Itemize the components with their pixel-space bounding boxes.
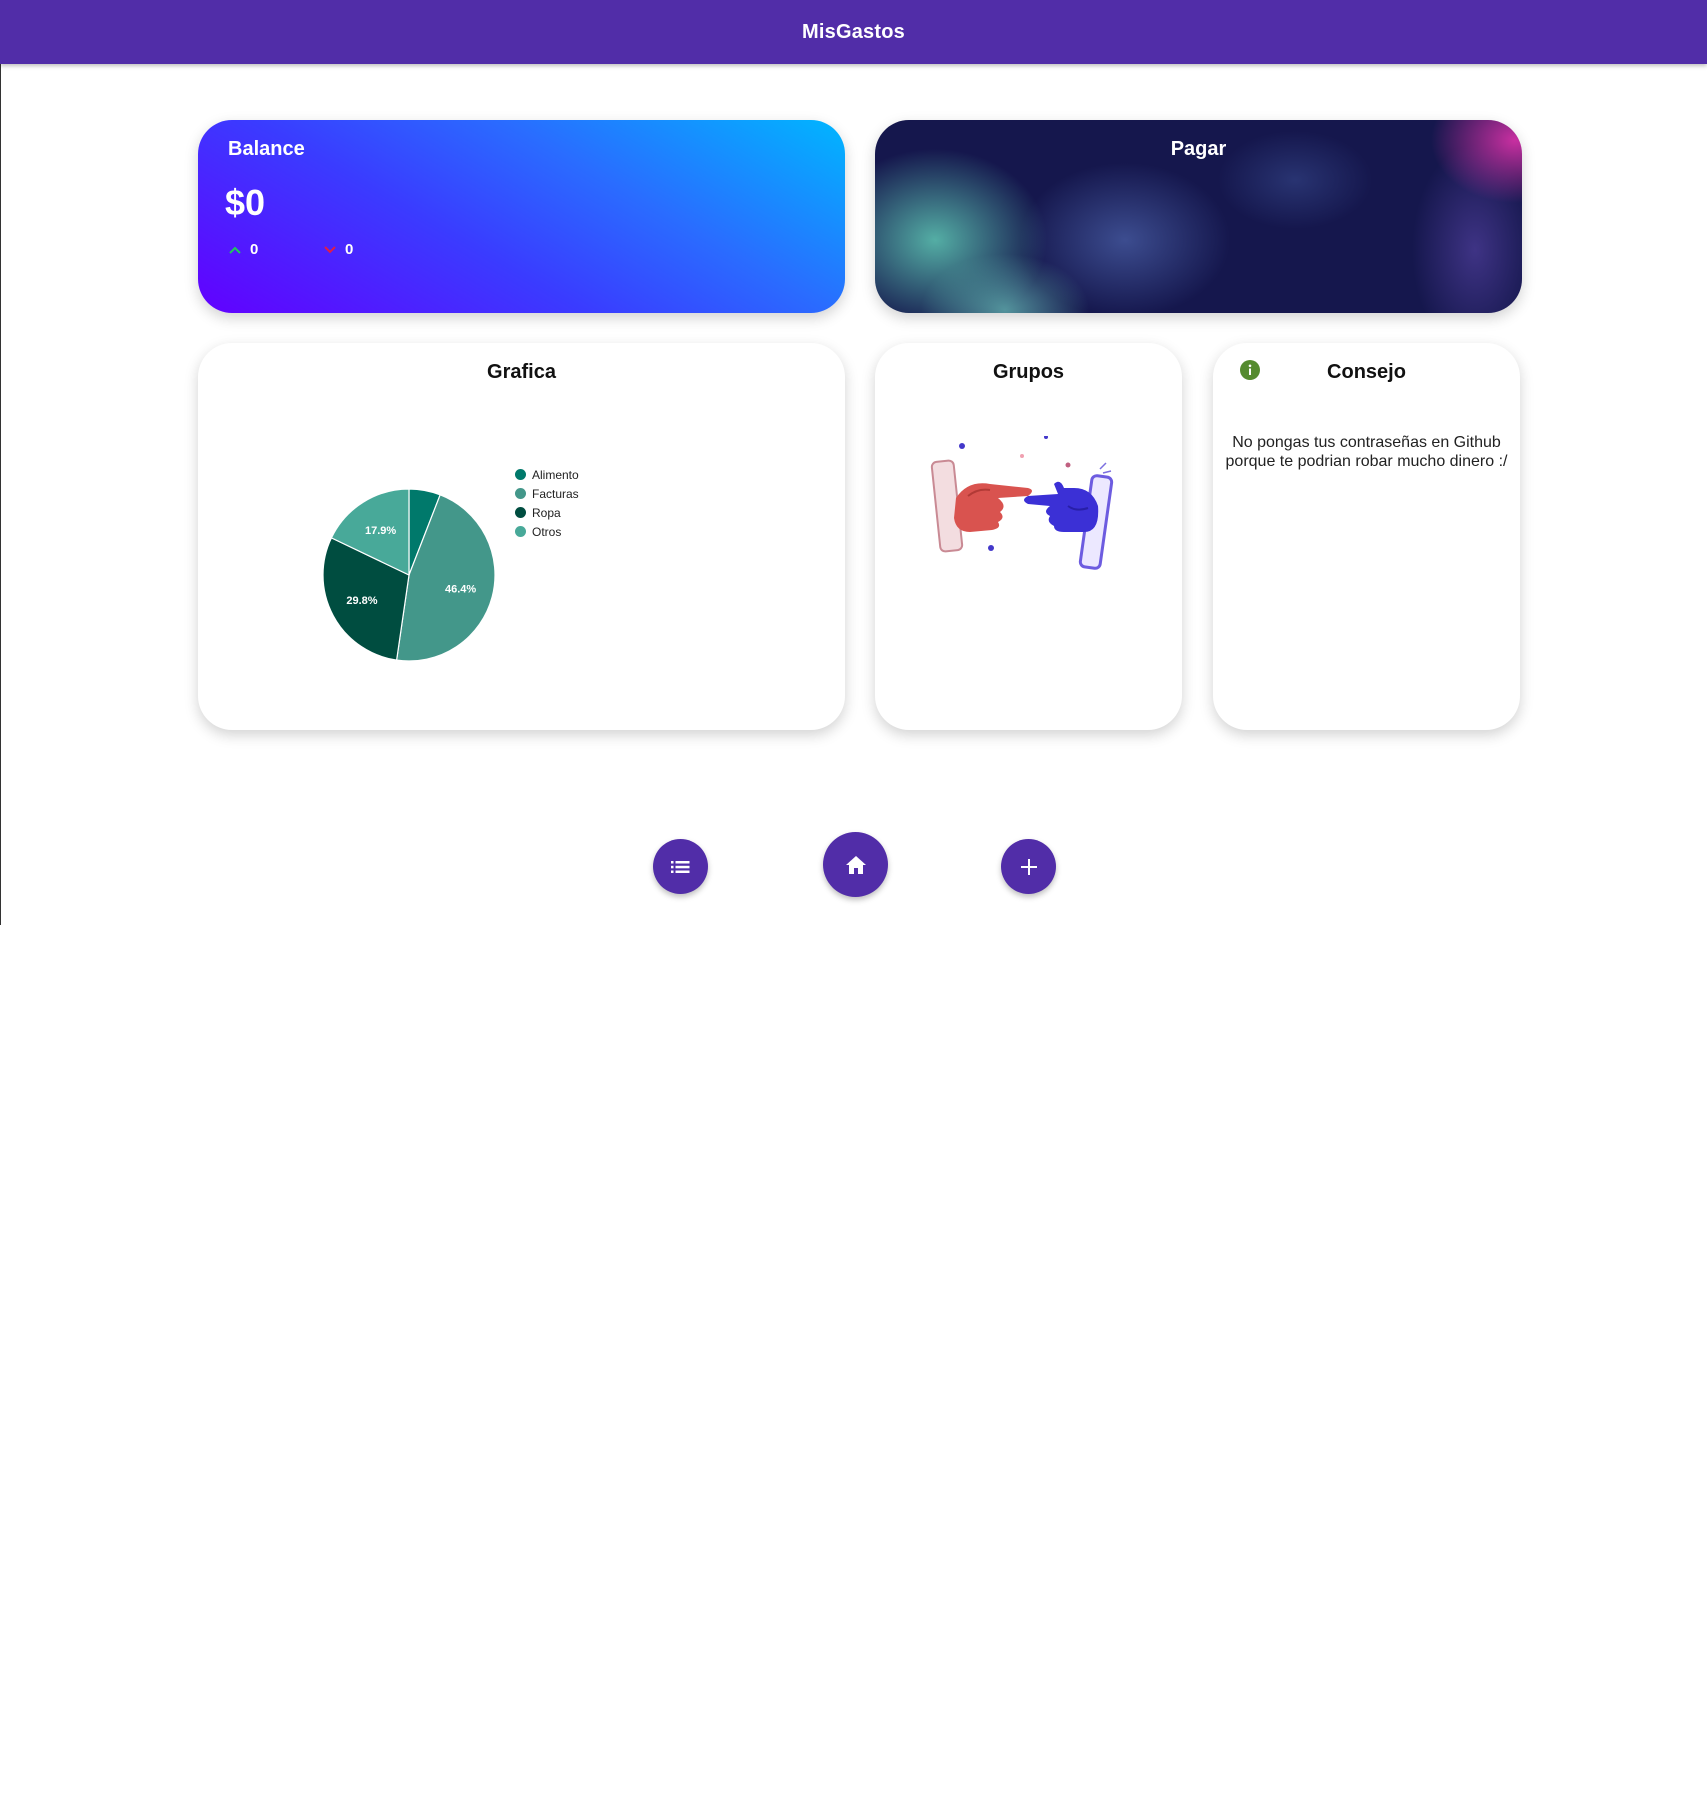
balance-amount: $0 xyxy=(225,182,266,223)
window-edge xyxy=(0,64,1,925)
balance-card[interactable]: Balance $0 0 0 xyxy=(198,120,845,313)
pie-label-otros: 17.9% xyxy=(365,525,396,537)
app-title: MisGastos xyxy=(802,20,905,43)
legend-label: Facturas xyxy=(532,486,579,501)
legend-label: Alimento xyxy=(532,467,579,482)
legend-swatch xyxy=(515,507,526,518)
home-button[interactable] xyxy=(823,832,888,897)
pagar-title: Pagar xyxy=(1170,138,1227,160)
arrow-up-icon xyxy=(229,246,241,254)
grupos-card[interactable]: Grupos xyxy=(875,343,1182,730)
legend-swatch xyxy=(515,488,526,499)
hands-phones-illustration xyxy=(930,436,1114,570)
grafica-card: Grafica 46.4% 29.8% 17.9% Alimento Facturas… xyxy=(198,343,845,730)
balance-title: Balance xyxy=(228,138,305,160)
income-value: 0 xyxy=(250,241,259,258)
legend-item-otros[interactable]: Otros xyxy=(515,522,579,541)
pagar-card[interactable]: Pagar xyxy=(875,120,1522,313)
legend-label: Otros xyxy=(532,524,562,539)
legend-swatch xyxy=(515,526,526,537)
pie-label-facturas: 46.4% xyxy=(445,584,476,596)
arrow-down-icon xyxy=(324,245,336,253)
app-bar: MisGastos xyxy=(0,0,1707,64)
consejo-card: Consejo No pongas tus contraseñas en Git… xyxy=(1213,343,1520,730)
legend-item-alimento[interactable]: Alimento xyxy=(515,465,579,484)
plus-icon xyxy=(1020,858,1037,875)
grupos-title: Grupos xyxy=(992,361,1065,383)
consejo-title: Consejo xyxy=(1327,361,1406,383)
legend-swatch xyxy=(515,469,526,480)
chart-legend: Alimento Facturas Ropa Otros xyxy=(515,465,579,541)
list-button[interactable] xyxy=(653,839,708,894)
expense-value: 0 xyxy=(345,241,354,258)
legend-item-facturas[interactable]: Facturas xyxy=(515,484,579,503)
list-icon xyxy=(670,860,689,873)
legend-item-ropa[interactable]: Ropa xyxy=(515,503,579,522)
income-stat: 0 xyxy=(228,241,258,258)
home-icon xyxy=(845,855,866,874)
add-button[interactable] xyxy=(1001,839,1056,894)
legend-label: Ropa xyxy=(532,505,561,520)
tip-text: No pongas tus contraseñas en Github porq… xyxy=(1225,434,1508,470)
pie-label-ropa: 29.8% xyxy=(346,595,377,607)
expense-stat: 0 xyxy=(323,241,353,258)
